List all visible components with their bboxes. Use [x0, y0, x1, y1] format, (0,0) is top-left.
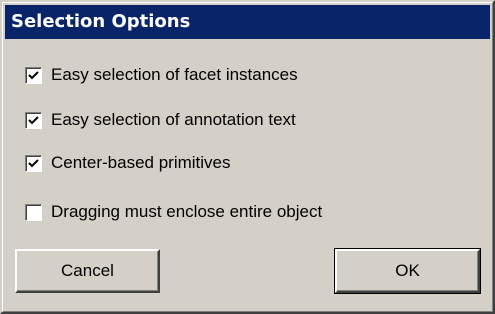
checkmark-icon [28, 70, 39, 79]
checkbox-easy-annotation-selection[interactable] [25, 111, 42, 129]
option-label: Easy selection of annotation text [51, 110, 296, 129]
option-label: Easy selection of facet instances [51, 65, 298, 84]
cancel-button[interactable]: Cancel [15, 249, 160, 293]
selection-options-dialog: Selection Options Easy selection of face… [0, 0, 495, 314]
dialog-title: Selection Options [5, 5, 490, 39]
option-easy-facet-selection[interactable]: Easy selection of facet instances [25, 62, 298, 88]
option-drag-enclose-entire[interactable]: Dragging must enclose entire object [25, 199, 322, 225]
ok-button[interactable]: OK [334, 248, 481, 294]
option-center-based-primitives[interactable]: Center-based primitives [25, 150, 231, 176]
option-label: Center-based primitives [51, 153, 231, 172]
checkbox-easy-facet-selection[interactable] [25, 66, 42, 84]
checkbox-center-based-primitives[interactable] [25, 154, 42, 172]
checkmark-icon [28, 158, 39, 167]
option-label: Dragging must enclose entire object [51, 202, 323, 221]
option-easy-annotation-selection[interactable]: Easy selection of annotation text [25, 107, 296, 133]
checkbox-drag-enclose-entire[interactable] [25, 203, 42, 221]
checkmark-icon [28, 115, 39, 124]
